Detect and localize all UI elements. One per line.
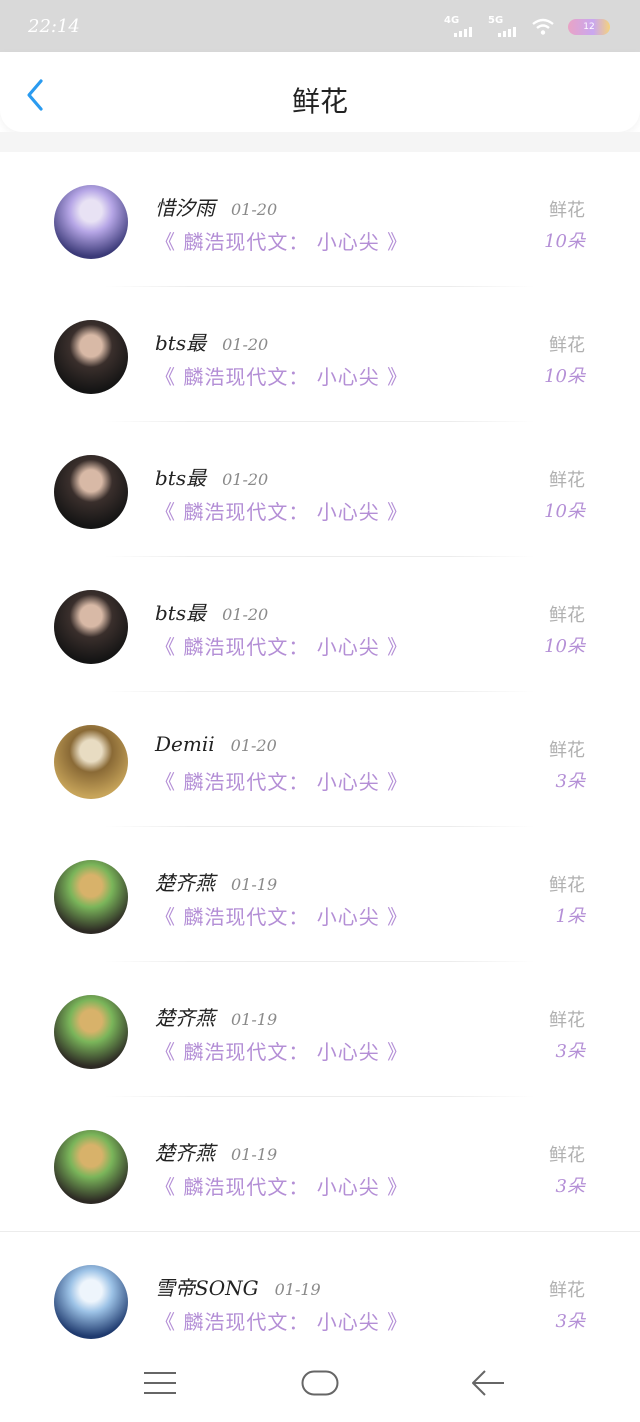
user-name[interactable]: 楚齐燕 <box>155 1137 215 1166</box>
name-row: bts最 01-20 <box>155 462 268 491</box>
page-title: 鲜花 <box>291 85 348 118</box>
list-item[interactable]: 楚齐燕 01-19 《 麟浩现代文： 小心尖 》 鲜花 3朵 <box>0 1097 640 1232</box>
work-title[interactable]: 《 麟浩现代文： 小心尖 》 <box>155 226 408 255</box>
user-name[interactable]: 楚齐燕 <box>155 867 215 896</box>
work-title[interactable]: 《 麟浩现代文： 小心尖 》 <box>155 901 408 930</box>
work-title[interactable]: 《 麟浩现代文： 小心尖 》 <box>155 1171 408 1200</box>
work-title[interactable]: 《 麟浩现代文： 小心尖 》 <box>155 766 408 795</box>
list-item[interactable]: bts最 01-20 《 麟浩现代文： 小心尖 》 鲜花 10朵 <box>0 422 640 557</box>
flower-label: 鲜花 <box>549 740 585 761</box>
list-item[interactable]: bts最 01-20 《 麟浩现代文： 小心尖 》 鲜花 10朵 <box>0 287 640 422</box>
home-button[interactable] <box>290 1363 350 1403</box>
user-name[interactable]: Demii <box>155 732 215 756</box>
flower-label: 鲜花 <box>549 335 585 356</box>
flower-label: 鲜花 <box>549 875 585 896</box>
flower-count: 3朵 <box>555 1041 585 1062</box>
work-title[interactable]: 《 麟浩现代文： 小心尖 》 <box>155 1036 408 1065</box>
work-title[interactable]: 《 麟浩现代文： 小心尖 》 <box>155 631 408 660</box>
list-item[interactable]: 楚齐燕 01-19 《 麟浩现代文： 小心尖 》 鲜花 1朵 <box>0 827 640 962</box>
name-row: 楚齐燕 01-19 <box>155 1137 277 1166</box>
work-title[interactable]: 《 麟浩现代文： 小心尖 》 <box>155 496 408 525</box>
avatar[interactable] <box>54 995 128 1069</box>
avatar[interactable] <box>54 860 128 934</box>
flower-count: 3朵 <box>555 1176 585 1197</box>
user-name[interactable]: 雪帝SONG <box>155 1272 259 1301</box>
name-row: 雪帝SONG 01-19 <box>155 1272 321 1301</box>
flower-label: 鲜花 <box>549 1280 585 1301</box>
home-icon <box>301 1370 339 1396</box>
flower-count: 3朵 <box>555 1311 585 1332</box>
work-title[interactable]: 《 麟浩现代文： 小心尖 》 <box>155 1306 408 1335</box>
status-time: 22:14 <box>28 16 80 37</box>
signal-4g-label: 4G <box>444 15 460 26</box>
avatar[interactable] <box>54 455 128 529</box>
flower-count: 10朵 <box>544 636 585 657</box>
list-item[interactable]: 楚齐燕 01-19 《 麟浩现代文： 小心尖 》 鲜花 3朵 <box>0 962 640 1097</box>
flower-count: 3朵 <box>555 771 585 792</box>
wifi-icon <box>532 18 554 35</box>
gift-date: 01-19 <box>231 1145 278 1164</box>
status-icons: 4G 5G 12 <box>444 14 610 40</box>
work-title[interactable]: 《 麟浩现代文： 小心尖 》 <box>155 361 408 390</box>
user-name[interactable]: 楚齐燕 <box>155 1002 215 1031</box>
gift-date: 01-20 <box>222 335 269 354</box>
system-nav-bar <box>0 1345 640 1422</box>
menu-button[interactable] <box>130 1363 190 1403</box>
list-item[interactable]: 惜汐雨 01-20 《 麟浩现代文： 小心尖 》 鲜花 10朵 <box>0 152 640 287</box>
list-item[interactable]: Demii 01-20 《 麟浩现代文： 小心尖 》 鲜花 3朵 <box>0 692 640 827</box>
gift-date: 01-19 <box>274 1280 321 1299</box>
flower-label: 鲜花 <box>549 1010 585 1031</box>
user-name[interactable]: bts最 <box>155 462 206 491</box>
flower-label: 鲜花 <box>549 200 585 221</box>
name-row: bts最 01-20 <box>155 597 268 626</box>
user-name[interactable]: 惜汐雨 <box>155 192 215 221</box>
gift-date: 01-19 <box>231 1010 278 1029</box>
name-row: 楚齐燕 01-19 <box>155 867 277 896</box>
gift-date: 01-20 <box>222 470 269 489</box>
avatar[interactable] <box>54 1265 128 1339</box>
gift-date: 01-20 <box>230 736 277 755</box>
flower-count: 10朵 <box>544 501 585 522</box>
status-bar: 22:14 4G 5G 12 <box>0 0 640 52</box>
name-row: bts最 01-20 <box>155 327 268 356</box>
menu-icon <box>144 1372 176 1394</box>
flower-gift-list: 惜汐雨 01-20 《 麟浩现代文： 小心尖 》 鲜花 10朵 bts最 01-… <box>0 152 640 1367</box>
flower-count: 1朵 <box>555 906 585 927</box>
flower-count: 10朵 <box>544 231 585 252</box>
header-separator <box>0 132 640 152</box>
list-item[interactable]: bts最 01-20 《 麟浩现代文： 小心尖 》 鲜花 10朵 <box>0 557 640 692</box>
flower-label: 鲜花 <box>549 1145 585 1166</box>
gift-date: 01-20 <box>231 200 278 219</box>
gift-date: 01-20 <box>222 605 269 624</box>
avatar[interactable] <box>54 185 128 259</box>
avatar[interactable] <box>54 320 128 394</box>
back-arrow-icon <box>472 1370 504 1396</box>
flower-count: 10朵 <box>544 366 585 387</box>
user-name[interactable]: bts最 <box>155 327 206 356</box>
system-back-button[interactable] <box>458 1363 518 1403</box>
gift-date: 01-19 <box>231 875 278 894</box>
name-row: Demii 01-20 <box>155 732 277 756</box>
signal-5g-label: 5G <box>488 15 504 26</box>
avatar[interactable] <box>54 1130 128 1204</box>
app-header: 鲜花 <box>0 52 640 132</box>
name-row: 楚齐燕 01-19 <box>155 1002 277 1031</box>
battery-icon: 12 <box>568 19 610 35</box>
flower-label: 鲜花 <box>549 605 585 626</box>
signal-4g-icon: 4G <box>444 15 474 39</box>
signal-5g-icon: 5G <box>488 15 518 39</box>
avatar[interactable] <box>54 725 128 799</box>
name-row: 惜汐雨 01-20 <box>155 192 277 221</box>
avatar[interactable] <box>54 590 128 664</box>
flower-label: 鲜花 <box>549 470 585 491</box>
user-name[interactable]: bts最 <box>155 597 206 626</box>
